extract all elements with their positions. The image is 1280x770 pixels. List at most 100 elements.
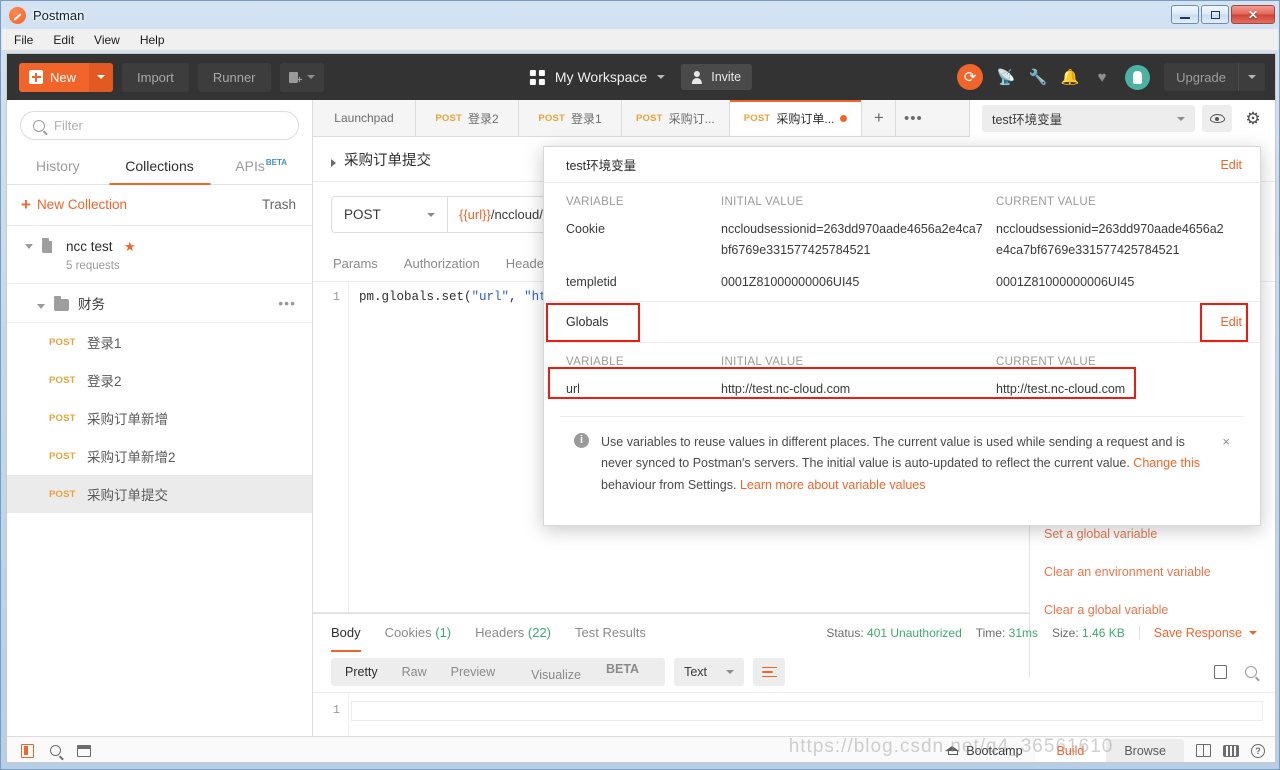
sidebar-folder-caiwu[interactable]: 财务 ••• (7, 284, 312, 323)
tab-caigou-active[interactable]: POST 采购订单... (729, 100, 863, 136)
sidebar-tab-apis[interactable]: APIsBETA (210, 149, 312, 184)
trash-button[interactable]: Trash (262, 197, 296, 212)
minimize-button[interactable] (1171, 5, 1199, 24)
list-item[interactable]: POST 采购订单提交 (7, 475, 312, 513)
tab-denglu2[interactable]: POST 登录2 (416, 100, 519, 136)
new-dropdown-button[interactable] (89, 62, 114, 92)
tab-headers[interactable]: Header (506, 250, 549, 281)
snippet-set-global-variable[interactable]: Set a global variable (1044, 527, 1275, 541)
menu-item-file[interactable]: File (14, 33, 33, 47)
browse-button[interactable]: Browse (1106, 738, 1184, 762)
sidebar-tab-apis-label: APIs (235, 158, 265, 174)
maximize-button[interactable] (1201, 5, 1229, 24)
more-options-icon[interactable]: ••• (278, 296, 296, 310)
tab-authorization[interactable]: Authorization (404, 250, 480, 281)
copy-icon[interactable] (1214, 665, 1227, 679)
list-item[interactable]: POST 采购订单新增 (7, 399, 312, 437)
response-actions (1214, 665, 1257, 679)
environment-settings-button[interactable]: ⚙ (1239, 105, 1267, 132)
response-body-content[interactable] (349, 693, 1275, 736)
chevron-right-icon[interactable] (331, 158, 336, 167)
cookies-count: (1) (435, 625, 452, 640)
upgrade-label[interactable]: Upgrade (1164, 63, 1238, 91)
search-icon[interactable] (1245, 666, 1257, 678)
variable-name: url (566, 381, 580, 396)
folder-icon (54, 295, 69, 311)
new-button[interactable]: New (19, 62, 90, 92)
satellite-icon[interactable]: 📡 (997, 68, 1016, 86)
toolbar-right-group: ⟳ 📡 🔧 🔔 ♥ Upgrade (957, 63, 1265, 91)
search-box[interactable] (20, 111, 299, 140)
environment-edit-link[interactable]: Edit (1220, 158, 1242, 172)
view-mode-pretty[interactable]: Pretty (333, 658, 390, 686)
variable-initial-value: http://test.nc-cloud.com (721, 381, 851, 396)
keyboard-icon[interactable] (1223, 744, 1239, 757)
request-method: POST (49, 336, 76, 348)
find-icon[interactable] (50, 745, 61, 756)
environment-select[interactable]: test环境变量 (982, 105, 1195, 132)
sidebar-toggle-icon[interactable] (21, 743, 34, 758)
view-mode-raw[interactable]: Raw (390, 658, 439, 686)
filter-wrap (7, 100, 312, 149)
chevron-down-icon (1248, 75, 1256, 79)
menu-item-help[interactable]: Help (140, 33, 165, 47)
view-mode-preview[interactable]: Preview (439, 658, 507, 686)
menu-item-edit[interactable]: Edit (53, 33, 74, 47)
view-mode-visualize[interactable]: Visualize BETA (507, 655, 663, 688)
import-button[interactable]: Import (122, 62, 189, 92)
response-tab-headers-label: Headers (475, 625, 525, 640)
collection-root[interactable]: ncc test ★ 5 requests (7, 226, 312, 284)
snippet-clear-environment-variable[interactable]: Clear an environment variable (1044, 565, 1275, 579)
learn-more-link[interactable]: Learn more about variable values (740, 478, 926, 492)
method-select[interactable]: POST (331, 196, 447, 233)
search-input[interactable] (54, 118, 286, 133)
help-icon[interactable]: ? (1251, 743, 1265, 758)
sync-button[interactable]: ⟳ (957, 64, 984, 90)
chevron-down-icon[interactable] (25, 244, 33, 249)
heart-icon[interactable]: ♥ (1093, 68, 1111, 86)
wrap-lines-icon (761, 666, 777, 678)
runner-button[interactable]: Runner (197, 62, 271, 92)
save-dropdown-button[interactable] (279, 62, 324, 92)
request-name: 登录1 (87, 336, 122, 351)
response-tab-test-results[interactable]: Test Results (575, 614, 646, 652)
invite-button[interactable]: Invite (681, 64, 753, 90)
avatar[interactable] (1125, 64, 1151, 90)
response-tab-body[interactable]: Body (331, 614, 361, 652)
tab-params[interactable]: Params (333, 250, 378, 281)
wrap-lines-button[interactable] (753, 658, 786, 686)
sidebar-tab-history[interactable]: History (7, 149, 109, 184)
response-tab-cookies[interactable]: Cookies (1) (385, 614, 451, 652)
environment-quick-look-button[interactable] (1202, 105, 1232, 132)
console-icon[interactable] (77, 744, 91, 757)
list-item[interactable]: POST 登录2 (7, 361, 312, 399)
tab-denglu1[interactable]: POST 登录1 (519, 100, 622, 136)
save-response-button[interactable]: Save Response (1138, 626, 1257, 640)
workspace-name[interactable]: My Workspace (555, 69, 647, 85)
chevron-down-icon[interactable] (37, 303, 45, 309)
beta-badge: BETA (605, 662, 640, 677)
change-this-link[interactable]: Change this (1133, 456, 1200, 470)
close-button[interactable]: ✕ (1231, 5, 1275, 24)
tab-caigou-1[interactable]: POST 采购订... (622, 100, 730, 136)
upgrade-dropdown-button[interactable] (1239, 63, 1265, 91)
sidebar-tab-collections[interactable]: Collections (109, 149, 211, 184)
title-bar: Postman ✕ (1, 1, 1279, 29)
tab-more-icon[interactable]: ••• (896, 100, 931, 136)
size-label: Size: (1052, 626, 1079, 640)
close-note-button[interactable]: × (1222, 434, 1230, 449)
tab-launchpad[interactable]: Launchpad (313, 100, 416, 136)
wrench-icon[interactable]: 🔧 (1029, 68, 1048, 86)
star-icon[interactable]: ★ (124, 239, 136, 254)
menu-item-view[interactable]: View (94, 33, 120, 47)
list-item[interactable]: POST 登录1 (7, 323, 312, 361)
list-item[interactable]: POST 采购订单新增2 (7, 437, 312, 475)
response-tab-headers[interactable]: Headers (22) (475, 614, 551, 652)
two-pane-icon[interactable] (1196, 744, 1211, 757)
bell-icon[interactable]: 🔔 (1061, 68, 1080, 86)
new-tab-button[interactable]: + (862, 100, 897, 136)
content-type-select[interactable]: Text (674, 658, 745, 686)
globals-edit-link[interactable]: Edit (1220, 315, 1242, 329)
new-collection-button[interactable]: + New Collection (21, 196, 127, 213)
chevron-down-icon[interactable] (657, 75, 666, 79)
